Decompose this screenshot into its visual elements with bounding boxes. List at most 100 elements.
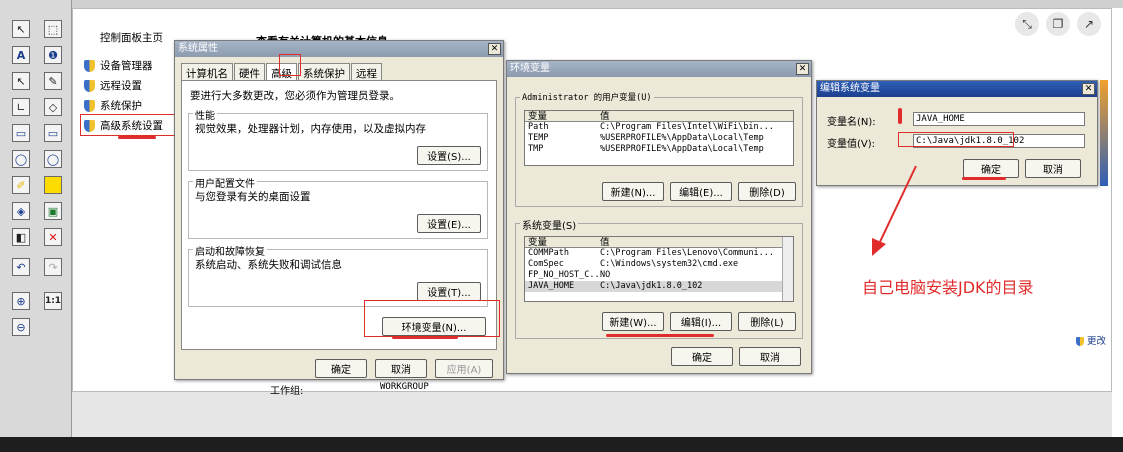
shield-icon bbox=[84, 79, 95, 92]
table-row[interactable]: ComSpec C:\Windows\system32\cmd.exe bbox=[525, 259, 793, 270]
rect-select-icon[interactable]: ⬚ bbox=[44, 20, 62, 38]
mosaic-icon[interactable]: ◧ bbox=[12, 228, 30, 246]
system-variables-list[interactable]: 变量值 COMMPath C:\Program Files\Lenovo\Comm… bbox=[524, 236, 794, 302]
close-icon[interactable]: ✕ bbox=[1082, 83, 1095, 95]
top-margin bbox=[72, 0, 1123, 8]
startup-recovery-label: 启动和故障恢复 bbox=[193, 243, 267, 258]
user-variables-list[interactable]: 变量值 Path C:\Program Files\Intel\WiFi\bin.… bbox=[524, 110, 794, 166]
marker-mark bbox=[898, 108, 902, 124]
remote-settings-link[interactable]: 远程设置 bbox=[84, 78, 142, 93]
arrow-tool-icon[interactable]: ↖ bbox=[12, 72, 30, 90]
system-protection-link[interactable]: 系统保护 bbox=[84, 98, 142, 113]
background-strip bbox=[1100, 80, 1108, 186]
underline-mark bbox=[392, 336, 458, 339]
redo-icon[interactable]: ↷ bbox=[44, 258, 62, 276]
system-variables-label: 系统变量(S) bbox=[520, 217, 579, 232]
user-variables-label: Administrator 的用户变量(U) bbox=[520, 91, 654, 103]
performance-settings-button[interactable]: 设置(S)... bbox=[417, 146, 481, 165]
pencil-icon[interactable]: ✎ bbox=[44, 72, 62, 90]
table-row[interactable]: TEMP %USERPROFILE%\AppData\Local\Temp bbox=[525, 133, 793, 144]
filled-ellipse-icon[interactable]: ◯ bbox=[44, 150, 62, 168]
zoom-actual-button[interactable]: 1:1 bbox=[44, 292, 62, 310]
system-edit-button[interactable]: 编辑(I)... bbox=[670, 312, 732, 331]
underline-mark bbox=[606, 334, 714, 337]
system-properties-titlebar: 系统属性 ✕ bbox=[175, 41, 503, 57]
highlighter-icon[interactable]: ✐ bbox=[12, 176, 30, 194]
performance-label: 性能 bbox=[193, 107, 217, 122]
workgroup-label: 工作组: bbox=[270, 386, 304, 397]
table-row[interactable]: TMP %USERPROFILE%\AppData\Local\Temp bbox=[525, 144, 793, 155]
close-icon[interactable]: ✕ bbox=[796, 63, 809, 75]
table-row[interactable]: Path C:\Program Files\Intel\WiFi\bin... bbox=[525, 122, 793, 133]
user-profile-group: 用户配置文件 与您登录有关的桌面设置 设置(E)... bbox=[188, 175, 488, 239]
sysprops-cancel-button[interactable]: 取消 bbox=[375, 359, 427, 378]
text-tool-icon[interactable]: A bbox=[12, 46, 30, 64]
color-swatch-icon[interactable] bbox=[44, 176, 62, 194]
performance-desc: 视觉效果，处理器计划，内存使用，以及虚拟内存 bbox=[195, 123, 426, 135]
fill-bucket-icon[interactable]: ◈ bbox=[12, 202, 30, 220]
user-profile-settings-button[interactable]: 设置(E)... bbox=[417, 214, 481, 233]
user-profile-desc: 与您登录有关的桌面设置 bbox=[195, 191, 311, 203]
user-edit-button[interactable]: 编辑(E)... bbox=[670, 182, 732, 201]
highlight-env-button bbox=[364, 300, 500, 337]
edit-cancel-button[interactable]: 取消 bbox=[1025, 159, 1081, 178]
control-panel-home-link[interactable]: 控制面板主页 bbox=[100, 30, 163, 45]
rectangle-icon[interactable]: ▭ bbox=[12, 124, 30, 142]
line-tool-icon[interactable]: ∟ bbox=[12, 98, 30, 116]
sysprops-apply-button[interactable]: 应用(A) bbox=[435, 359, 493, 378]
ellipse-icon[interactable]: ◯ bbox=[12, 150, 30, 168]
startup-settings-button[interactable]: 设置(T)... bbox=[417, 282, 481, 301]
zoom-out-icon[interactable]: ⊖ bbox=[12, 318, 30, 336]
edit-variable-titlebar: 编辑系统变量 ✕ bbox=[817, 81, 1097, 97]
list-scrollbar[interactable] bbox=[782, 237, 793, 301]
user-profile-label: 用户配置文件 bbox=[193, 175, 257, 190]
shield-icon bbox=[1076, 337, 1084, 346]
environment-variables-window: 环境变量 ✕ Administrator 的用户变量(U) 变量值 Path C:\… bbox=[506, 60, 812, 374]
paint-toolbox: ↖ ⬚ A ❶ ↖ ✎ ∟ ◇ ▭ ▭ ◯ ◯ ✐ ◈ ▣ ◧ ✕ ↶ ↷ ⊕ … bbox=[0, 0, 72, 452]
filled-rectangle-icon[interactable]: ▭ bbox=[44, 124, 62, 142]
variable-name-input[interactable]: JAVA_HOME bbox=[913, 112, 1085, 126]
delete-icon[interactable]: ✕ bbox=[44, 228, 62, 246]
eraser-icon[interactable]: ◇ bbox=[44, 98, 62, 116]
admin-note: 要进行大多数更改，您必须作为管理员登录。 bbox=[190, 90, 400, 102]
underline-mark bbox=[118, 136, 156, 139]
image-icon[interactable]: ▣ bbox=[44, 202, 62, 220]
list-header: 变量值 bbox=[525, 111, 793, 122]
system-variables-group: 系统变量(S) 变量值 COMMPath C:\Program Files\Len… bbox=[515, 217, 803, 339]
user-delete-button[interactable]: 删除(D) bbox=[738, 182, 796, 201]
copy-icon[interactable]: ❐ bbox=[1046, 12, 1070, 36]
environment-variables-titlebar: 环境变量 ✕ bbox=[507, 61, 811, 77]
list-header: 变量值 bbox=[525, 237, 793, 248]
table-row[interactable]: COMMPath C:\Program Files\Lenovo\Communi.… bbox=[525, 248, 793, 259]
system-delete-button[interactable]: 删除(L) bbox=[738, 312, 796, 331]
select-arrow-icon[interactable]: ↖ bbox=[12, 20, 30, 38]
bottom-margin bbox=[72, 392, 1112, 437]
user-variables-group: Administrator 的用户变量(U) 变量值 Path C:\Progra… bbox=[515, 91, 803, 207]
system-new-button[interactable]: 新建(W)... bbox=[602, 312, 664, 331]
startup-recovery-group: 启动和故障恢复 系统启动、系统失败和调试信息 设置(T)... bbox=[188, 243, 488, 307]
workgroup-value: WORKGROUP bbox=[380, 382, 429, 392]
edit-ok-button[interactable]: 确定 bbox=[963, 159, 1019, 178]
collapse-icon[interactable]: ⤡ bbox=[1015, 12, 1039, 36]
envvars-ok-button[interactable]: 确定 bbox=[671, 347, 733, 366]
table-row[interactable]: FP_NO_HOST_C... NO bbox=[525, 270, 793, 281]
sysprops-ok-button[interactable]: 确定 bbox=[315, 359, 367, 378]
variable-name-label: 变量名(N): bbox=[827, 117, 876, 128]
zoom-in-icon[interactable]: ⊕ bbox=[12, 292, 30, 310]
bottom-bar bbox=[0, 437, 1123, 452]
device-manager-link[interactable]: 设备管理器 bbox=[84, 58, 153, 73]
shield-icon bbox=[84, 99, 95, 112]
envvars-cancel-button[interactable]: 取消 bbox=[739, 347, 801, 366]
close-icon[interactable]: ✕ bbox=[488, 43, 501, 55]
table-row[interactable]: JAVA_HOME C:\Java\jdk1.8.0_102 bbox=[525, 281, 793, 292]
startup-recovery-desc: 系统启动、系统失败和调试信息 bbox=[195, 259, 342, 271]
user-new-button[interactable]: 新建(N)... bbox=[602, 182, 664, 201]
undo-icon[interactable]: ↶ bbox=[12, 258, 30, 276]
open-external-icon[interactable]: ↗ bbox=[1077, 12, 1101, 36]
annotation-arrow bbox=[872, 165, 917, 256]
highlight-variable-value bbox=[898, 132, 1014, 147]
highlight-advanced-settings bbox=[80, 114, 176, 136]
change-settings-link[interactable]: 更改 bbox=[1076, 333, 1106, 347]
info-icon[interactable]: ❶ bbox=[44, 46, 62, 64]
highlight-advanced-tab bbox=[279, 54, 301, 76]
